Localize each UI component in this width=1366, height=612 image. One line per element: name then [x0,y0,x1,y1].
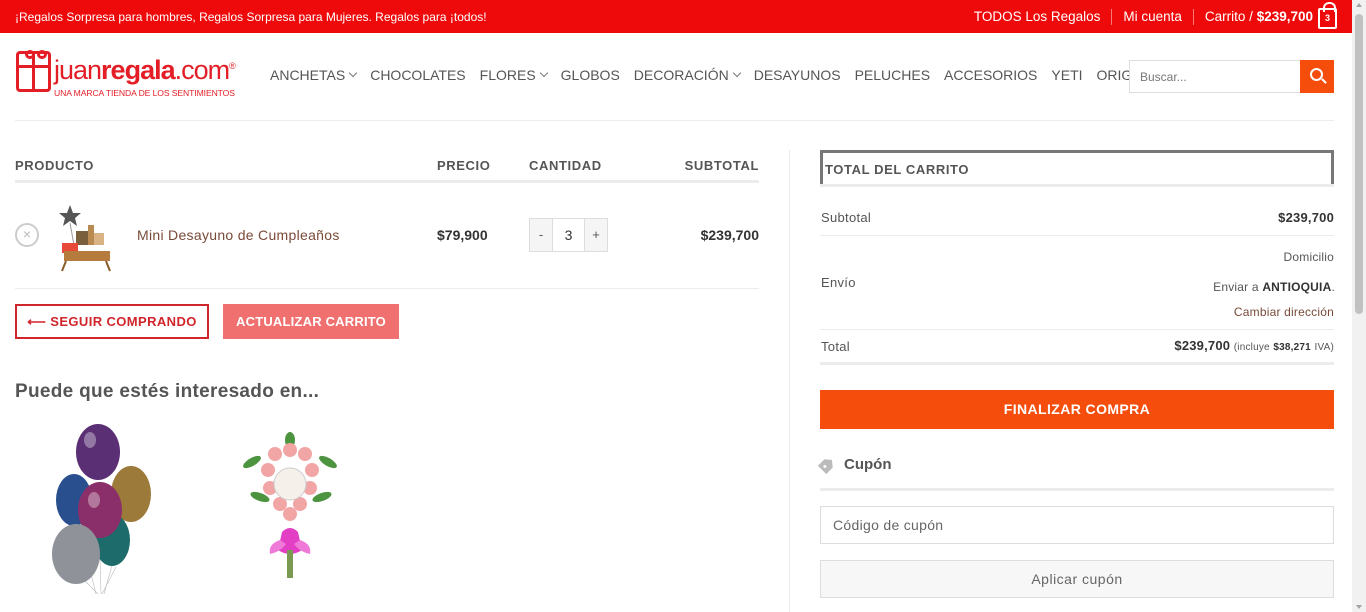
nav-item-label: YETI [1051,67,1083,83]
chevron-down-icon [539,68,548,78]
total-value: $239,700 (incluye $38,271 IVA) [1174,338,1334,353]
nav-item-anchetas[interactable]: ANCHETAS [263,66,363,84]
header-product: PRODUCTO [15,158,94,173]
cart-link[interactable]: Carrito / $239,700 3 [1204,2,1337,29]
line-subtotal: $239,700 [700,227,759,243]
related-product-balloons-image[interactable] [46,422,156,597]
cart-count-badge: 3 [1324,13,1330,23]
top-bar: ¡Regalos Sorpresa para hombres, Regalos … [0,0,1352,33]
cart-totals-header-divider [820,184,1334,187]
chevron-down-icon [348,68,358,78]
product-thumbnail[interactable] [52,203,112,273]
cart-amount: $239,700 [1256,9,1313,24]
breakfast-tray [64,251,110,261]
quantity-input[interactable]: 3 [552,219,585,251]
quantity-stepper: - 3 + [529,218,608,252]
header-price: PRECIO [437,158,491,173]
greeting-tag [273,467,307,501]
shipping-label: Envío [821,275,856,290]
nav-item-peluches[interactable]: PELUCHES [848,66,937,84]
nav-item-label: ANCHETAS [270,67,346,83]
nav-item-label: PELUCHES [854,67,931,83]
nav-item-label: FLORES [479,67,536,83]
cart-totals-title: TOTAL DEL CARRITO [825,162,970,177]
search-form [1129,60,1334,93]
scrollbar-thumb[interactable] [1355,14,1363,314]
page-scrollbar[interactable] [1352,0,1366,612]
gift-box-icon [16,50,51,92]
coffee-cup [76,231,90,245]
main-nav: ANCHETAS CHOCOLATES FLORES GLOBOS DECORACIÓN… [263,66,1181,84]
nav-item-label: CHOCOLATES [370,67,466,83]
header-quantity: CANTIDAD [529,158,602,173]
header-divider [15,120,1334,121]
nav-item-label: ACCESORIOS [944,67,1038,83]
balloon-purple [76,424,120,480]
product-price: $79,900 [437,227,488,243]
all-gifts-link[interactable]: TODOS Los Regalos [974,9,1101,24]
quantity-plus-button[interactable]: + [585,219,607,251]
search-button[interactable] [1300,60,1334,93]
nav-item-label: DECORACIÓN [633,67,729,83]
nav-item-decoracion[interactable]: DECORACIÓN [627,66,747,84]
nav-item-label: GLOBOS [560,67,620,83]
nav-item-chocolates[interactable]: CHOCOLATES [363,66,472,84]
coupon-title: Cupón [844,456,892,473]
top-bar-links: TODOS Los Regalos Mi cuenta Carrito / $2… [974,0,1337,33]
search-input[interactable] [1129,60,1301,93]
totals-divider [820,329,1334,330]
balloon-silver [52,524,100,584]
scroll-up-arrow-icon[interactable] [1356,3,1362,7]
cart-label: Carrito / [1204,9,1253,24]
coupon-code-input[interactable] [820,506,1334,544]
column-divider [789,150,790,612]
site-logo[interactable]: juanregala.com® UNA MARCA TIENDA DE LOS … [16,47,241,102]
shipping-destination: Enviar a ANTIOQUIA. [1213,280,1335,294]
nav-item-yeti[interactable]: YETI [1044,66,1089,84]
subtotal-value: $239,700 [1278,210,1334,225]
divider [1111,8,1113,25]
table-header-divider [15,180,759,183]
nav-item-accesorios[interactable]: ACCESORIOS [937,66,1044,84]
row-divider [15,288,759,289]
shipping-method[interactable]: Domicilio [1284,250,1334,264]
totals-divider [820,235,1334,236]
related-product-flowers-image[interactable] [240,432,340,582]
total-label: Total [821,339,850,354]
star-balloon [59,205,81,226]
my-account-link[interactable]: Mi cuenta [1123,9,1182,24]
nav-item-label: DESAYUNOS [753,67,841,83]
update-cart-button[interactable]: ACTUALIZAR CARRITO [223,304,399,339]
cart-totals-header: TOTAL DEL CARRITO [820,150,1334,186]
logo-wordmark: juanregala.com® [54,55,236,85]
shopping-bag-icon[interactable]: 3 [1318,2,1337,29]
coupon-header: Cupón [820,456,891,473]
subtotal-label: Subtotal [821,210,872,225]
totals-divider [820,362,1334,365]
coupon-divider [820,488,1334,491]
remove-item-button[interactable]: × [15,223,39,247]
tag-icon [818,455,836,473]
header-subtotal: SUBTOTAL [684,158,759,173]
checkout-button[interactable]: FINALIZAR COMPRA [820,390,1334,429]
related-products-title: Puede que estés interesado en... [15,381,320,402]
nav-item-globos[interactable]: GLOBOS [554,66,627,84]
change-address-link[interactable]: Cambiar dirección [1234,305,1334,319]
logo-tagline: UNA MARCA TIENDA DE LOS SENTIMIENTOS [54,88,235,98]
promo-text: ¡Regalos Sorpresa para hombres, Regalos … [15,10,487,24]
apply-coupon-button[interactable]: Aplicar cupón [820,560,1334,598]
product-name-link[interactable]: Mini Desayuno de Cumpleaños [137,227,340,243]
scroll-down-arrow-icon[interactable] [1356,605,1362,609]
quantity-minus-button[interactable]: - [530,219,552,251]
continue-shopping-button[interactable]: ⟵ SEGUIR COMPRANDO [15,304,209,339]
divider [1192,8,1194,25]
nav-item-desayunos[interactable]: DESAYUNOS [747,66,848,84]
chevron-down-icon [732,68,741,78]
nav-item-flores[interactable]: FLORES [473,66,554,84]
